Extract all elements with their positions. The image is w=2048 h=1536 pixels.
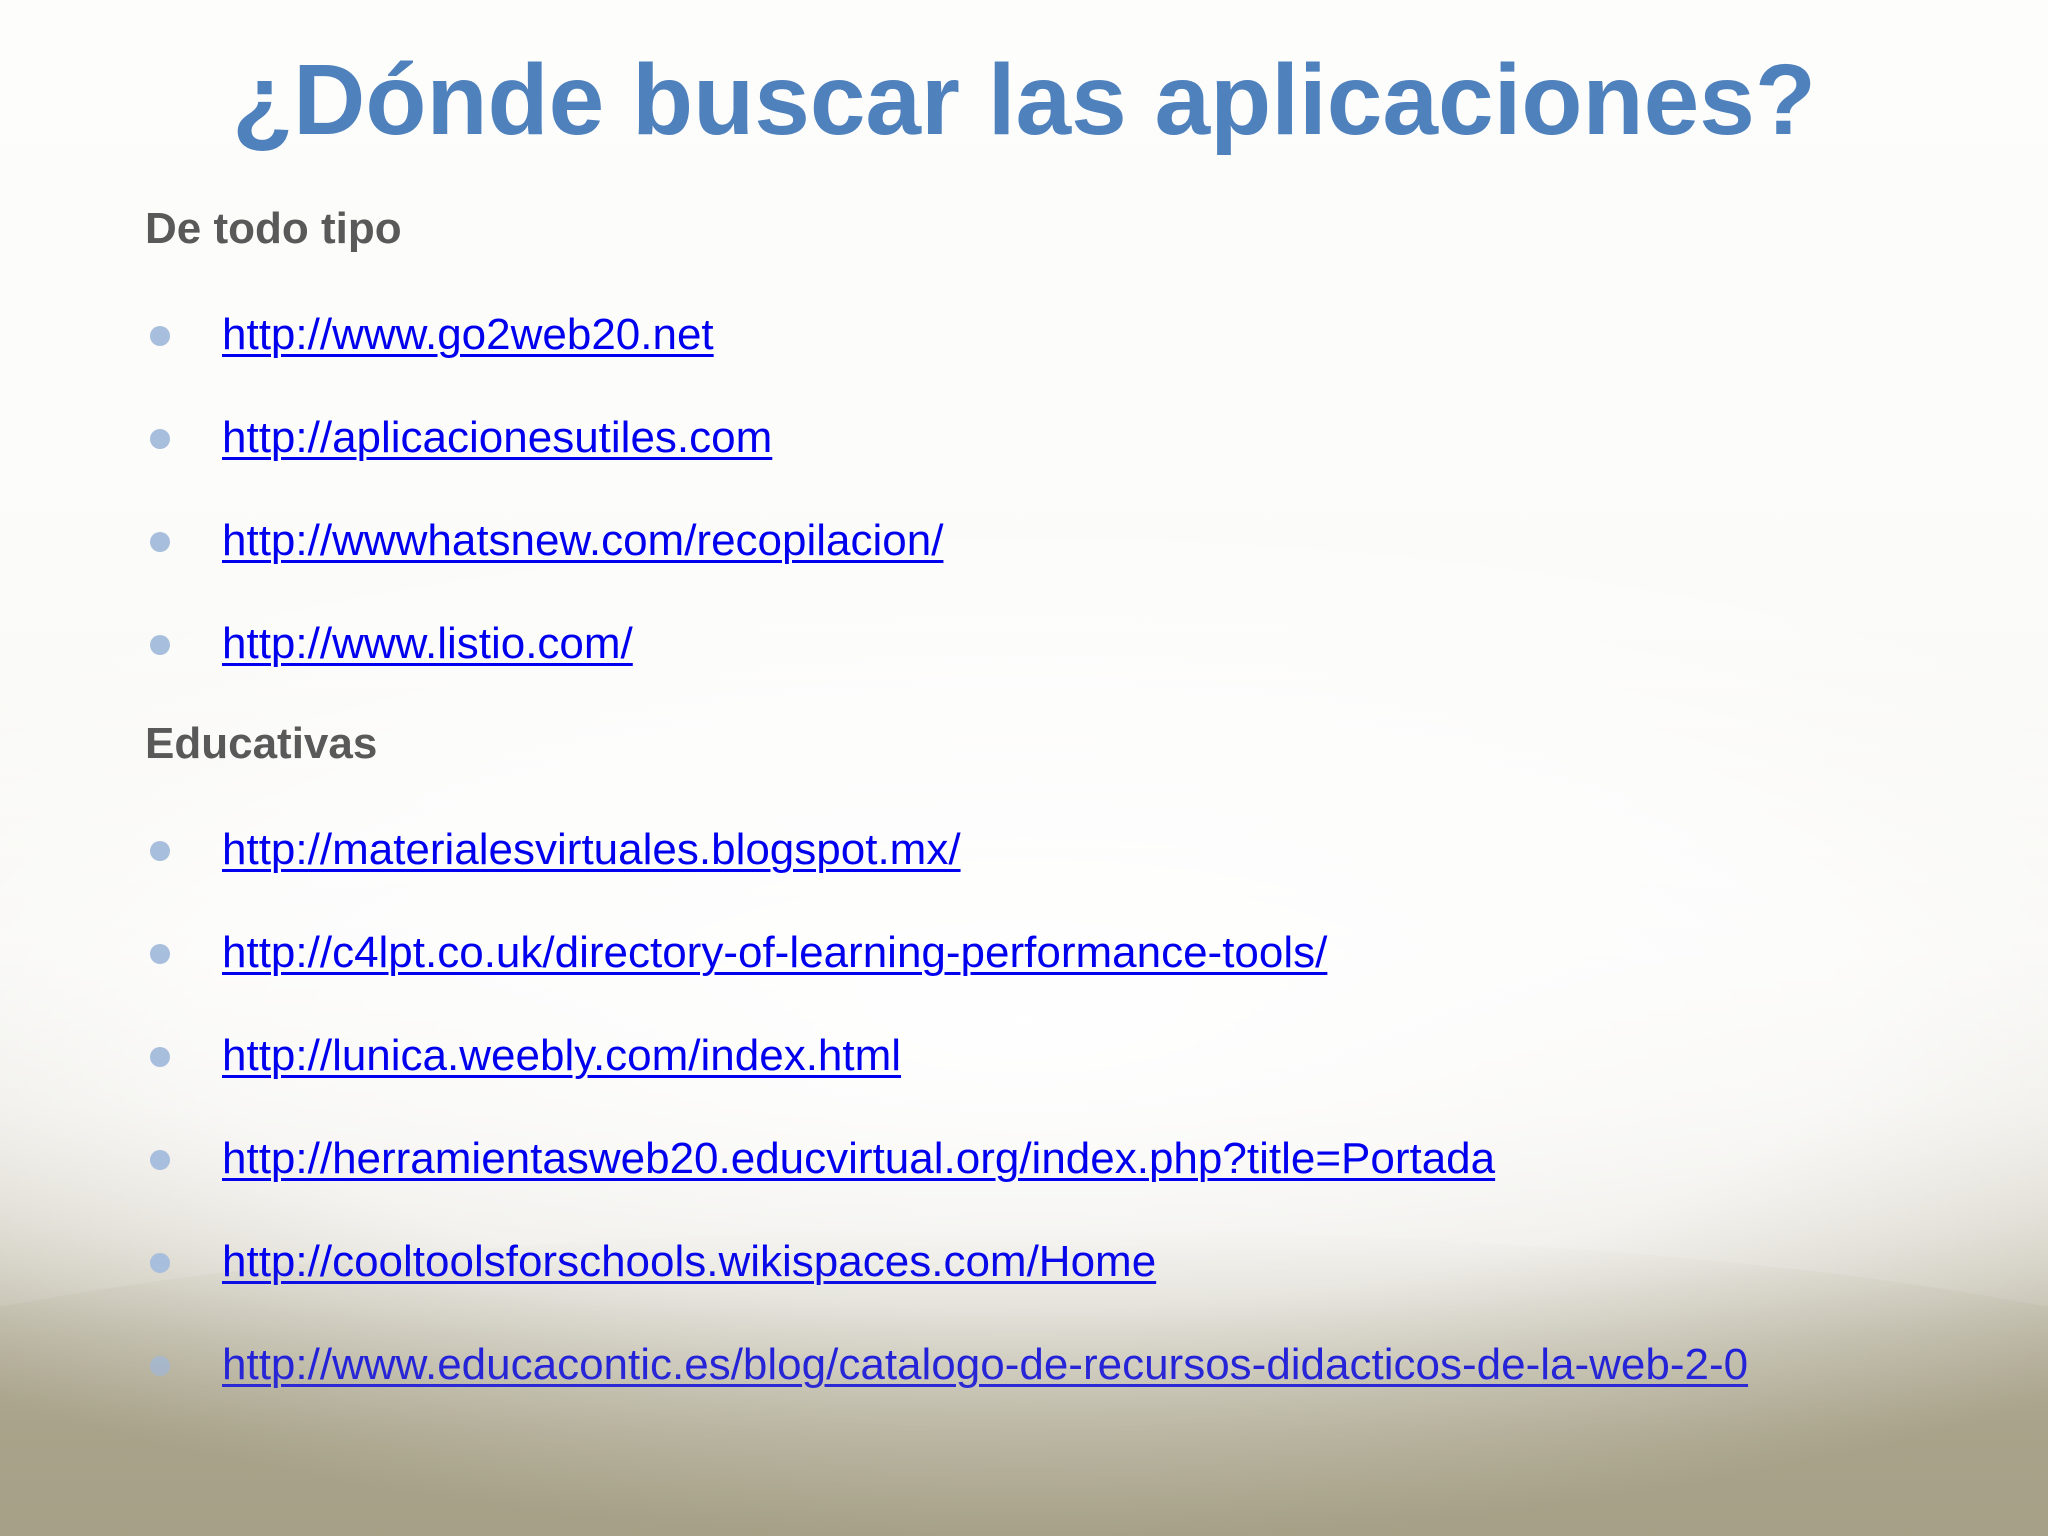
- link-list-educativas: http://materialesvirtuales.blogspot.mx/ …: [145, 814, 2005, 1432]
- list-item: http://aplicacionesutiles.com: [145, 402, 2005, 505]
- list-item: http://www.listio.com/: [145, 608, 2005, 711]
- bullet-icon: [150, 429, 170, 449]
- bullet-icon: [150, 635, 170, 655]
- slide-title: ¿Dónde buscar las aplicaciones?: [232, 44, 1816, 156]
- list-item: http://c4lpt.co.uk/directory-of-learning…: [145, 917, 2005, 1020]
- bullet-icon: [150, 1150, 170, 1170]
- link-listio[interactable]: http://www.listio.com/: [222, 608, 633, 680]
- bullet-icon: [150, 326, 170, 346]
- list-item: http://lunica.weebly.com/index.html: [145, 1020, 2005, 1123]
- list-item: http://www.go2web20.net: [145, 299, 2005, 402]
- slide: ¿Dónde buscar las aplicaciones? De todo …: [0, 0, 2048, 1536]
- list-item: http://materialesvirtuales.blogspot.mx/: [145, 814, 2005, 917]
- link-educacontic[interactable]: http://www.educacontic.es/blog/catalogo-…: [222, 1329, 1748, 1401]
- bullet-icon: [150, 841, 170, 861]
- link-list-general: http://www.go2web20.net http://aplicacio…: [145, 299, 2005, 711]
- section-heading-general: De todo tipo: [145, 204, 402, 253]
- link-cooltoolsforschools[interactable]: http://cooltoolsforschools.wikispaces.co…: [222, 1226, 1156, 1298]
- bullet-icon: [150, 1047, 170, 1067]
- link-c4lpt[interactable]: http://c4lpt.co.uk/directory-of-learning…: [222, 917, 1327, 989]
- bullet-icon: [150, 944, 170, 964]
- bullet-icon: [150, 1356, 170, 1376]
- link-materialesvirtuales[interactable]: http://materialesvirtuales.blogspot.mx/: [222, 814, 961, 886]
- bullet-icon: [150, 532, 170, 552]
- list-item: http://cooltoolsforschools.wikispaces.co…: [145, 1226, 2005, 1329]
- slide-content: De todo tipo http://www.go2web20.net htt…: [145, 196, 2005, 1432]
- list-item: http://www.educacontic.es/blog/catalogo-…: [145, 1329, 2005, 1432]
- link-aplicacionesutiles[interactable]: http://aplicacionesutiles.com: [222, 402, 772, 474]
- list-item: http://herramientasweb20.educvirtual.org…: [145, 1123, 2005, 1226]
- bullet-icon: [150, 1253, 170, 1273]
- link-lunica[interactable]: http://lunica.weebly.com/index.html: [222, 1020, 901, 1092]
- link-go2web20[interactable]: http://www.go2web20.net: [222, 299, 714, 371]
- section-heading-educativas: Educativas: [145, 719, 378, 768]
- link-wwwhatsnew[interactable]: http://wwwhatsnew.com/recopilacion/: [222, 505, 943, 577]
- list-item: http://wwwhatsnew.com/recopilacion/: [145, 505, 2005, 608]
- link-herramientasweb20[interactable]: http://herramientasweb20.educvirtual.org…: [222, 1123, 1495, 1195]
